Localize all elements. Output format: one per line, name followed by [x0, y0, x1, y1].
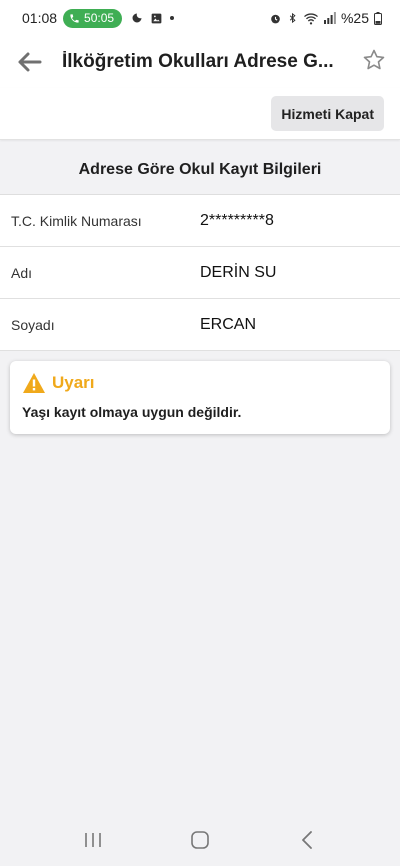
- home-icon: [191, 831, 209, 849]
- status-time: 01:08: [22, 10, 58, 26]
- warning-title: Uyarı: [52, 373, 95, 392]
- back-icon: [301, 831, 312, 849]
- phone-icon: [70, 13, 79, 23]
- system-nav-bar: [0, 814, 400, 866]
- close-service-button[interactable]: Hizmeti Kapat: [271, 96, 384, 131]
- warning-triangle-icon: [23, 373, 45, 393]
- alarm-icon: [271, 14, 280, 23]
- action-bar: Hizmeti Kapat: [0, 88, 400, 140]
- info-label: T.C. Kimlik Numarası: [11, 212, 142, 229]
- warning-header: Uyarı: [22, 372, 378, 394]
- info-label: Soyadı: [11, 316, 55, 333]
- home-button[interactable]: [180, 820, 220, 860]
- info-row-surname: Soyadı ERCAN: [0, 299, 400, 351]
- info-row-name: Adı DERİN SU: [0, 247, 400, 299]
- favorite-button[interactable]: [362, 48, 386, 72]
- wifi-icon: [304, 12, 318, 25]
- info-value: 2*********8: [200, 211, 274, 229]
- info-value: DERİN SU: [200, 263, 277, 281]
- battery-percent: %25: [340, 10, 369, 26]
- page-title: İlköğretim Okulları Adrese G...: [62, 51, 334, 72]
- star-outline-icon: [363, 49, 385, 70]
- info-value: ERCAN: [200, 315, 257, 333]
- section-title: Adrese Göre Okul Kayıt Bilgileri: [0, 146, 400, 195]
- info-row-tc: T.C. Kimlik Numarası 2*********8: [0, 195, 400, 247]
- bluetooth-icon: [289, 12, 296, 24]
- nav-back-button[interactable]: [287, 820, 327, 860]
- warning-card: Uyarı Yaşı kayıt olmaya uygun değildir.: [10, 361, 390, 434]
- signal-icon: [323, 12, 336, 24]
- back-arrow-icon: [18, 52, 42, 72]
- recent-apps-icon: [85, 833, 102, 847]
- recent-apps-button[interactable]: [73, 820, 113, 860]
- moon-icon: [132, 13, 142, 23]
- image-icon: [151, 13, 162, 23]
- back-button[interactable]: [0, 36, 58, 88]
- app-bar: İlköğretim Okulları Adrese G...: [0, 36, 400, 88]
- status-bar: 01:08 50:05 %25: [0, 0, 400, 36]
- warning-message: Yaşı kayıt olmaya uygun değildir.: [22, 404, 242, 420]
- ongoing-call-pill[interactable]: 50:05: [63, 8, 123, 28]
- info-label: Adı: [11, 264, 33, 281]
- call-duration: 50:05: [84, 11, 115, 25]
- school-registration-info: Adrese Göre Okul Kayıt Bilgileri T.C. Ki…: [0, 146, 400, 351]
- notification-dot: [170, 16, 175, 20]
- battery-icon: [374, 11, 382, 25]
